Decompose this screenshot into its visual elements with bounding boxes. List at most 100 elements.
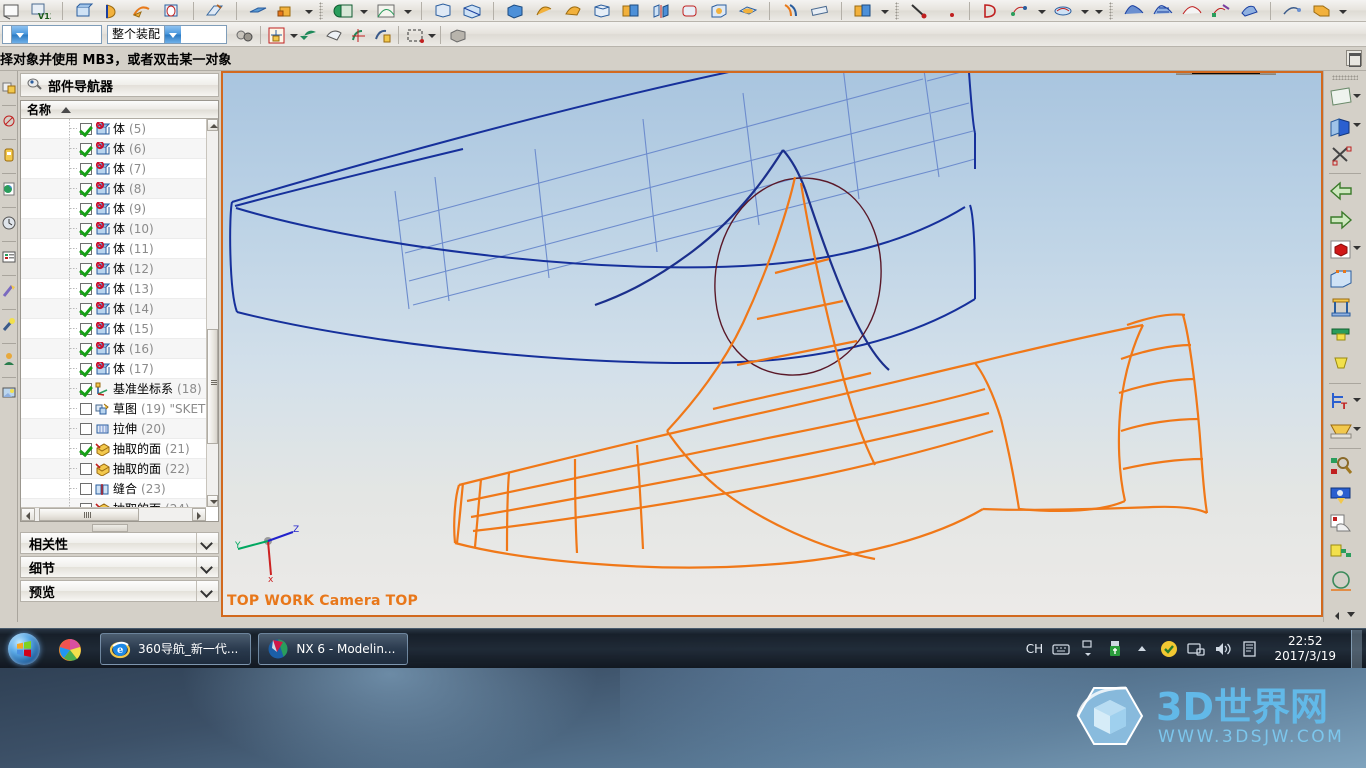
tree-item-体[interactable]: 体 (11) [21, 239, 206, 259]
tree-item-checkbox[interactable] [80, 142, 92, 155]
part-navigator-icon[interactable] [1, 141, 17, 171]
chevron-down-icon[interactable] [1353, 123, 1361, 127]
tree-item-checkbox[interactable] [80, 322, 92, 335]
text-curve-icon[interactable] [1051, 1, 1075, 21]
studio-visual-icon[interactable] [1326, 293, 1364, 322]
back-arrow-icon[interactable] [1326, 177, 1364, 206]
zoom-inspect-icon[interactable] [1326, 452, 1364, 481]
datum-axis-icon[interactable] [275, 1, 299, 21]
block-primitive-icon[interactable] [503, 1, 527, 21]
draft-icon[interactable] [561, 1, 585, 21]
viewport-horizontal-scrollbar[interactable] [1176, 73, 1276, 75]
chevron-down-icon[interactable] [1353, 398, 1361, 402]
forward-arrow-icon[interactable] [1326, 206, 1364, 235]
show-hidden-icons-button[interactable] [1133, 639, 1151, 659]
palette-icon[interactable] [1, 379, 17, 409]
circle-sketch-icon[interactable] [1326, 568, 1364, 597]
tree-item-体[interactable]: 体 (13) [21, 279, 206, 299]
scroll-left-button[interactable] [21, 508, 35, 521]
pattern-face-icon[interactable] [619, 1, 643, 21]
law-extension-icon[interactable] [1208, 1, 1232, 21]
trim-body-icon[interactable] [460, 1, 484, 21]
horizontal-scroll-thumb[interactable] [39, 508, 139, 521]
assembly-navigator-icon[interactable] [1, 73, 17, 103]
chevron-down-icon[interactable] [403, 2, 412, 20]
tree-item-体[interactable]: 体 (5) [21, 119, 206, 139]
system-scenes-icon[interactable] [1, 311, 17, 341]
panel-splitter[interactable] [20, 522, 219, 532]
through-curves-icon[interactable] [1121, 1, 1145, 21]
constraint-navigator-icon[interactable] [1, 107, 17, 137]
tree-item-checkbox[interactable] [80, 482, 92, 495]
show-desktop-button[interactable] [1351, 629, 1362, 668]
ie-window-button[interactable]: e 360导航_新一代... [100, 632, 252, 665]
volume-icon[interactable] [1214, 639, 1232, 659]
select-general-objects-icon[interactable] [232, 25, 256, 45]
face-selection-icon[interactable] [322, 25, 346, 45]
edge-blend-icon[interactable] [678, 1, 702, 21]
tree-item-体[interactable]: 体 (8) [21, 179, 206, 199]
chevron-down-icon[interactable] [427, 26, 436, 44]
tree-vertical-scrollbar[interactable] [206, 119, 218, 507]
rectangle-select-icon[interactable] [403, 25, 427, 45]
datum-plane-icon[interactable] [0, 1, 24, 21]
section-expand-button[interactable] [196, 557, 218, 577]
tree-item-checkbox[interactable] [80, 202, 92, 215]
selection-scope-combo[interactable]: 整个装配 [107, 25, 227, 44]
tree-item-checkbox[interactable] [80, 442, 92, 455]
union-boolean-icon[interactable] [330, 1, 354, 21]
tree-item-checkbox[interactable] [80, 382, 92, 395]
display-settings-icon[interactable] [1326, 416, 1364, 445]
toolbar-overflow-icon[interactable] [1338, 2, 1348, 20]
sheet-from-curves-icon[interactable] [1309, 1, 1333, 21]
vertical-scroll-thumb[interactable] [207, 329, 218, 444]
tree-item-checkbox[interactable] [80, 182, 92, 195]
section-expand-button[interactable] [196, 533, 218, 553]
chevron-down-icon[interactable] [1353, 246, 1361, 250]
spline-points-icon[interactable] [1008, 1, 1032, 21]
scroll-down-button[interactable] [207, 495, 218, 507]
tree-item-草图[interactable]: 草图 (19) "SKET [21, 399, 206, 419]
start-button[interactable] [1, 630, 47, 668]
studio-surface-icon[interactable] [1179, 1, 1203, 21]
face-blend-icon[interactable] [374, 1, 398, 21]
tree-item-体[interactable]: 体 (10) [21, 219, 206, 239]
section-expand-button[interactable] [196, 581, 218, 601]
tree-item-checkbox[interactable] [80, 302, 92, 315]
taskbar-clock[interactable]: 22:52 2017/3/19 [1268, 634, 1342, 664]
sketch-pad-icon[interactable] [203, 1, 227, 21]
tree-item-体[interactable]: 体 (17) [21, 359, 206, 379]
ime-options-icon[interactable] [1079, 639, 1097, 659]
quick-launch-360-browser[interactable] [47, 630, 93, 668]
thicken-icon[interactable] [779, 1, 803, 21]
curve-spline-icon[interactable] [936, 1, 960, 21]
action-center-icon[interactable] [1241, 639, 1259, 659]
scroll-up-button[interactable] [207, 119, 218, 131]
tree-item-checkbox[interactable] [80, 362, 92, 375]
wcs-orient-icon[interactable] [370, 25, 394, 45]
image-export-icon[interactable] [1326, 510, 1364, 539]
tree-item-体[interactable]: 体 (12) [21, 259, 206, 279]
hole-icon[interactable] [160, 1, 184, 21]
chevron-down-icon[interactable] [1037, 2, 1047, 20]
history-icon[interactable] [1, 209, 17, 239]
camera-capture-icon[interactable] [1326, 481, 1364, 510]
datum-plane-blue-icon[interactable] [246, 1, 270, 21]
tree-horizontal-scrollbar[interactable] [21, 507, 206, 521]
shaded-body-icon[interactable] [445, 25, 469, 45]
through-curve-mesh-icon[interactable] [1150, 1, 1174, 21]
ascending-sort-arrow-icon[interactable] [61, 106, 72, 113]
tree-item-checkbox[interactable] [80, 242, 92, 255]
tree-item-体[interactable]: 体 (16) [21, 339, 206, 359]
tree-item-checkbox[interactable] [80, 342, 92, 355]
toolbar-grip[interactable] [319, 1, 324, 20]
chevron-double-down-icon[interactable] [1347, 612, 1355, 617]
tree-item-抽取的面[interactable]: 抽取的面(24) [21, 499, 206, 507]
selection-scope-dropdown-button[interactable] [164, 26, 182, 43]
tree-item-体[interactable]: 体 (14) [21, 299, 206, 319]
chevron-down-icon[interactable] [304, 2, 314, 20]
tree-item-拉伸[interactable]: 拉伸 (20) [21, 419, 206, 439]
selection-filter-combo[interactable] [2, 25, 102, 44]
analysis-icon[interactable] [1280, 1, 1304, 21]
chevron-down-icon[interactable] [880, 2, 890, 20]
